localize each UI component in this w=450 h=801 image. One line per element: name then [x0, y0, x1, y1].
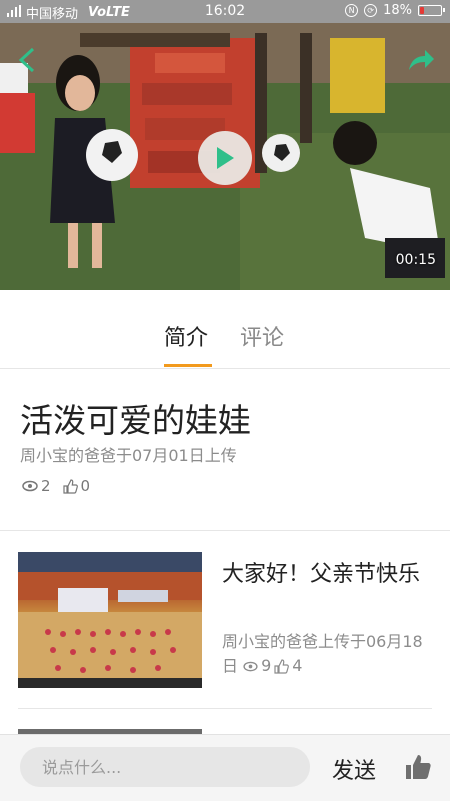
video-duration: 00:15	[395, 252, 436, 268]
play-icon	[217, 147, 234, 169]
divider	[0, 530, 450, 531]
related-video-item[interactable]: 大家好！父亲节快乐 周小宝的爸爸上传于06月18日 9 4	[18, 552, 432, 688]
status-bar: 中国移动 VoLTE 16:02 N ⟳ 18%	[0, 0, 450, 23]
related-likes-count: 4	[292, 656, 303, 675]
thumbs-up-icon	[62, 478, 78, 494]
related-views-count: 9	[261, 656, 272, 675]
views-stat: 2	[22, 477, 51, 495]
video-player[interactable]: 00:15	[0, 23, 450, 290]
tab-comments[interactable]: 评论	[240, 320, 284, 352]
lock-rotation-icon: ⟳	[364, 4, 378, 17]
active-tab-indicator	[164, 364, 212, 367]
related-video-meta: 周小宝的爸爸上传于06月18日 9 4	[222, 630, 427, 679]
eye-icon	[243, 661, 258, 671]
battery-percent: 18%	[383, 3, 412, 18]
likes-stat: 0	[62, 477, 91, 495]
comment-bar: 发送	[0, 734, 450, 801]
battery-fill	[420, 7, 424, 14]
nfc-icon: N	[345, 4, 359, 17]
thumbs-up-icon	[274, 658, 290, 674]
likes-count: 0	[80, 477, 91, 495]
status-right: N ⟳ 18%	[345, 3, 445, 18]
like-button[interactable]	[404, 753, 432, 781]
video-stats: 2 0	[22, 477, 102, 495]
related-video-thumbnail[interactable]	[18, 552, 202, 688]
related-video-title: 大家好！父亲节快乐	[222, 562, 421, 587]
tab-intro[interactable]: 简介	[164, 320, 208, 352]
battery-icon	[418, 5, 445, 16]
share-icon	[409, 50, 434, 70]
related-video-stats: 9 4	[243, 654, 302, 678]
tab-bar: 简介 评论	[0, 290, 450, 369]
chevron-left-icon	[18, 47, 35, 73]
send-button[interactable]: 发送	[332, 753, 376, 785]
upload-info: 周小宝的爸爸于07月01日上传	[20, 446, 237, 465]
divider	[18, 708, 432, 709]
play-button[interactable]	[198, 131, 252, 185]
back-button[interactable]	[12, 45, 42, 75]
share-button[interactable]	[406, 45, 436, 75]
thumbnail-image	[18, 552, 202, 688]
video-title: 活泼可爱的娃娃	[20, 401, 251, 440]
comment-input[interactable]	[20, 747, 310, 787]
views-count: 2	[41, 477, 51, 495]
thumbs-up-icon	[406, 755, 431, 779]
eye-icon	[22, 480, 38, 492]
